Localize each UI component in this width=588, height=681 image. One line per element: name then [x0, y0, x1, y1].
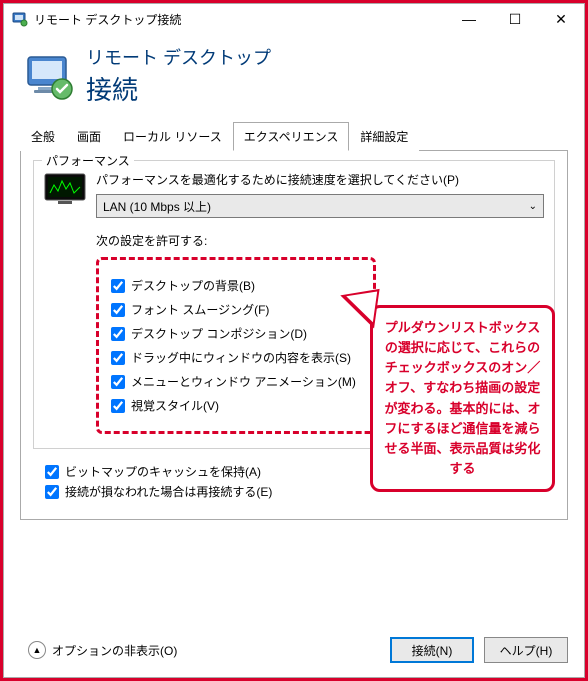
cb-label: フォント スムージング(F): [131, 301, 269, 318]
header: リモート デスクトップ 接続: [4, 34, 584, 121]
cb-font-smoothing[interactable]: フォント スムージング(F): [111, 301, 361, 318]
options-label: オプションの非表示(O): [52, 642, 177, 659]
chevron-up-icon: ▲: [28, 641, 46, 659]
connection-speed-dropdown[interactable]: LAN (10 Mbps 以上) ⌄: [96, 194, 544, 218]
titlebar: リモート デスクトップ接続 — ☐ ✕: [4, 4, 584, 34]
tab-general[interactable]: 全般: [20, 122, 66, 151]
monitor-icon: [44, 173, 86, 205]
cb-label: メニューとウィンドウ アニメーション(M): [131, 373, 356, 390]
titlebar-text: リモート デスクトップ接続: [34, 11, 446, 28]
cb-show-window-contents-input[interactable]: [111, 351, 125, 365]
connect-button[interactable]: 接続(N): [390, 637, 474, 663]
callout-arrow: [336, 284, 379, 329]
cb-desktop-composition[interactable]: デスクトップ コンポジション(D): [111, 325, 361, 342]
cb-menu-animation-input[interactable]: [111, 375, 125, 389]
header-line2: 接続: [86, 70, 271, 107]
cb-label: ビットマップのキャッシュを保持(A): [65, 463, 261, 480]
cb-label: ドラッグ中にウィンドウの内容を表示(S): [131, 349, 351, 366]
tab-display[interactable]: 画面: [66, 122, 112, 151]
tab-local-resources[interactable]: ローカル リソース: [112, 122, 233, 151]
cb-visual-styles-input[interactable]: [111, 399, 125, 413]
cb-reconnect-input[interactable]: [45, 485, 59, 499]
cb-visual-styles[interactable]: 視覚スタイル(V): [111, 397, 361, 414]
perf-body: パフォーマンスを最適化するために接続速度を選択してください(P) LAN (10…: [96, 171, 544, 218]
cb-desktop-composition-input[interactable]: [111, 327, 125, 341]
cb-desktop-background-input[interactable]: [111, 279, 125, 293]
cb-label: デスクトップの背景(B): [131, 277, 255, 294]
titlebar-buttons: — ☐ ✕: [446, 4, 584, 34]
cb-label: デスクトップ コンポジション(D): [131, 325, 307, 342]
perf-row: パフォーマンスを最適化するために接続速度を選択してください(P) LAN (10…: [44, 171, 544, 218]
rdp-window: リモート デスクトップ接続 — ☐ ✕ リモート デスクトップ 接続 全般 画面…: [3, 3, 585, 678]
checkbox-list-highlight: デスクトップの背景(B) フォント スムージング(F) デスクトップ コンポジシ…: [96, 257, 376, 434]
chevron-down-icon: ⌄: [529, 201, 537, 212]
rdp-small-icon: [12, 11, 28, 27]
callout-text: プルダウンリストボックスの選択に応じて、これらのチェックボックスのオン／オフ、す…: [381, 318, 544, 479]
allow-label: 次の設定を許可する:: [96, 232, 544, 249]
cb-label: 視覚スタイル(V): [131, 397, 219, 414]
footer: ▲ オプションの非表示(O) 接続(N) ヘルプ(H): [4, 627, 584, 677]
hide-options-button[interactable]: ▲ オプションの非表示(O): [20, 637, 185, 663]
cb-menu-animation[interactable]: メニューとウィンドウ アニメーション(M): [111, 373, 361, 390]
performance-group-title: パフォーマンス: [42, 152, 134, 169]
dropdown-value: LAN (10 Mbps 以上): [103, 198, 211, 215]
tab-experience[interactable]: エクスペリエンス: [233, 122, 350, 151]
annotation-callout: プルダウンリストボックスの選択に応じて、これらのチェックボックスのオン／オフ、す…: [370, 305, 555, 492]
cb-show-window-contents[interactable]: ドラッグ中にウィンドウの内容を表示(S): [111, 349, 361, 366]
header-text: リモート デスクトップ 接続: [86, 44, 271, 107]
header-line1: リモート デスクトップ: [86, 44, 271, 70]
rdp-large-icon: [24, 51, 74, 101]
cb-bitmap-cache-input[interactable]: [45, 465, 59, 479]
help-button[interactable]: ヘルプ(H): [484, 637, 568, 663]
close-button[interactable]: ✕: [538, 4, 584, 34]
cb-desktop-background[interactable]: デスクトップの背景(B): [111, 277, 361, 294]
perf-label: パフォーマンスを最適化するために接続速度を選択してください(P): [96, 171, 544, 188]
cb-label: 接続が損なわれた場合は再接続する(E): [65, 483, 272, 500]
minimize-button[interactable]: —: [446, 4, 492, 34]
maximize-button[interactable]: ☐: [492, 4, 538, 34]
cb-font-smoothing-input[interactable]: [111, 303, 125, 317]
tab-advanced[interactable]: 詳細設定: [349, 122, 419, 151]
tabs: 全般 画面 ローカル リソース エクスペリエンス 詳細設定: [20, 121, 568, 151]
